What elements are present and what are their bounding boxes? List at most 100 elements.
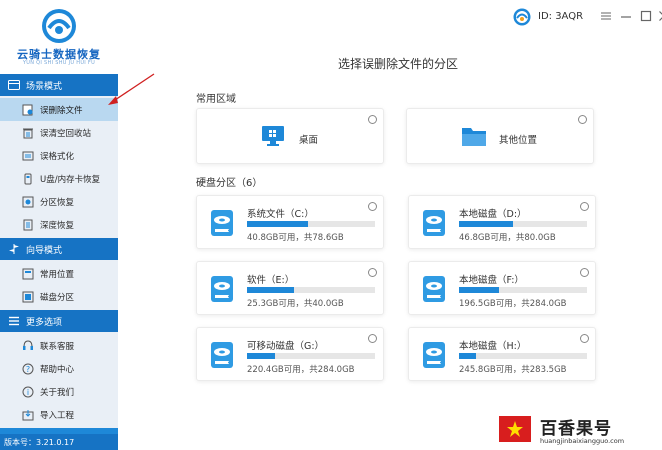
disk-name: 本地磁盘（D:）	[459, 209, 527, 220]
disk-usage-fill	[459, 353, 476, 359]
disk-card[interactable]: 本地磁盘（D:） 46.8GB可用，共80.0GB	[408, 195, 596, 249]
disk-info: 40.8GB可用，共78.6GB	[247, 233, 344, 243]
disk-radio[interactable]	[368, 268, 377, 277]
disk-name: 可移动磁盘（G:）	[247, 341, 325, 352]
disk-usage-bar	[459, 221, 587, 227]
format-icon	[22, 151, 34, 160]
desktop-label: 桌面	[299, 135, 319, 146]
hard-disk-icon	[423, 276, 445, 302]
menu-icon	[9, 316, 19, 326]
logo-icon	[42, 9, 76, 43]
nav-item-help[interactable]: ? 帮助中心	[0, 357, 118, 380]
help-icon: ?	[22, 363, 34, 374]
user-id: ID: 3AQR	[538, 11, 584, 22]
desktop-icon	[262, 126, 284, 146]
disk-usage-bar	[247, 221, 375, 227]
scene-mode-icon	[8, 80, 20, 90]
nav-label: U盘/内存卡恢复	[40, 174, 101, 185]
nav-label: 深度恢复	[40, 220, 75, 231]
maximize-icon[interactable]	[640, 10, 652, 22]
desktop-radio[interactable]	[368, 115, 377, 124]
brand-subtitle: YUN QI SHI SHU JU HUI FU	[22, 60, 96, 66]
disk-info: 220.4GB可用，共284.0GB	[247, 365, 355, 375]
wizard-mode-icon	[9, 244, 19, 254]
recycle-bin-icon	[23, 128, 33, 138]
disk-radio[interactable]	[580, 268, 589, 277]
disk-usage-fill	[247, 353, 276, 359]
group-title-wizard: 向导模式	[26, 245, 63, 256]
disk-radio[interactable]	[580, 334, 589, 343]
disk-info: 196.5GB可用，共284.0GB	[459, 299, 567, 309]
headset-icon	[23, 339, 33, 350]
nav-item-disk-partition[interactable]: 磁盘分区	[0, 285, 118, 308]
deep-scan-icon	[23, 219, 33, 230]
user-avatar-icon[interactable]	[513, 8, 531, 26]
other-location-radio[interactable]	[578, 115, 587, 124]
disk-radio[interactable]	[368, 334, 377, 343]
nav-item-import[interactable]: 导入工程	[0, 403, 118, 426]
title-bar: ID: 3AQR	[118, 0, 662, 34]
nav-label: 常用位置	[40, 269, 75, 280]
annotation-arrow-icon	[108, 73, 155, 105]
nav-item-common-location[interactable]: 常用位置	[0, 262, 118, 285]
disk-usage-bar	[247, 353, 375, 359]
disk-name: 本地磁盘（F:）	[459, 275, 524, 286]
nav-label: 误清空回收站	[40, 128, 92, 139]
disk-usage-bar	[459, 287, 587, 293]
nav-label: 导入工程	[40, 410, 75, 421]
disk-card[interactable]: 本地磁盘（F:） 196.5GB可用，共284.0GB	[408, 261, 596, 315]
menu-icon[interactable]	[600, 10, 612, 22]
hard-disk-icon	[423, 342, 445, 368]
nav-label: 帮助中心	[40, 364, 75, 375]
common-area-label: 常用区域	[196, 94, 236, 105]
close-icon[interactable]	[658, 10, 662, 22]
svg-text:i: i	[27, 388, 29, 397]
disk-info: 245.8GB可用，共283.5GB	[459, 365, 567, 375]
group-title-more: 更多选项	[26, 317, 63, 328]
nav-item-recycle-bin[interactable]: 误清空回收站	[0, 121, 118, 144]
info-icon: i	[22, 386, 34, 397]
nav-label: 误格式化	[40, 151, 75, 162]
disk-usage-bar	[459, 353, 587, 359]
nav-item-deep-recovery[interactable]: 深度恢复	[0, 213, 118, 236]
disk-usage-fill	[459, 287, 499, 293]
location-card-other[interactable]: 其他位置	[406, 108, 594, 164]
disk-card[interactable]: 系统文件（C:） 40.8GB可用，共78.6GB	[196, 195, 384, 249]
disk-usage-fill	[247, 287, 295, 293]
nav-item-partition-recovery[interactable]: 分区恢复	[0, 190, 118, 213]
hard-disk-icon	[211, 210, 233, 236]
disk-radio[interactable]	[580, 202, 589, 211]
disk-info: 46.8GB可用，共80.0GB	[459, 233, 556, 243]
disk-card[interactable]: 本地磁盘（H:） 245.8GB可用，共283.5GB	[408, 327, 596, 381]
import-icon	[22, 409, 34, 420]
group-header-more: 更多选项	[0, 310, 118, 332]
location-card-desktop[interactable]: 桌面	[196, 108, 384, 164]
nav-label: 分区恢复	[40, 197, 75, 208]
common-location-icon	[22, 268, 34, 279]
hard-disk-icon	[211, 342, 233, 368]
nav-label: 联系客服	[40, 341, 75, 352]
disk-partition-icon	[22, 291, 34, 302]
nav-item-support[interactable]: 联系客服	[0, 334, 118, 357]
page-title: 选择误删除文件的分区	[338, 57, 459, 71]
disk-name: 本地磁盘（H:）	[459, 341, 527, 352]
nav-label: 关于我们	[40, 387, 75, 398]
minimize-icon[interactable]	[620, 10, 632, 22]
nav-label: 误删除文件	[40, 105, 83, 116]
logo-area: 云骑士数据恢复 YUN QI SHI SHU JU HUI FU	[0, 0, 118, 74]
disk-radio[interactable]	[368, 202, 377, 211]
disk-card[interactable]: 可移动磁盘（G:） 220.4GB可用，共284.0GB	[196, 327, 384, 381]
folder-icon	[462, 128, 486, 146]
sidebar: 云骑士数据恢复 YUN QI SHI SHU JU HUI FU 场景模式 误删…	[0, 0, 118, 450]
hard-disk-icon	[211, 276, 233, 302]
partition-icon	[22, 196, 34, 207]
disk-usage-fill	[459, 221, 513, 227]
disk-name: 软件（E:）	[247, 275, 295, 286]
flag-logo-icon	[499, 416, 531, 442]
nav-item-format[interactable]: 误格式化	[0, 144, 118, 167]
disk-name: 系统文件（C:）	[247, 209, 314, 220]
disk-card[interactable]: 软件（E:） 25.3GB可用，共40.0GB	[196, 261, 384, 315]
nav-item-about[interactable]: i 关于我们	[0, 380, 118, 403]
version-label: 版本号：3.21.0.17	[0, 434, 118, 450]
nav-item-usb[interactable]: U盘/内存卡恢复	[0, 167, 118, 190]
